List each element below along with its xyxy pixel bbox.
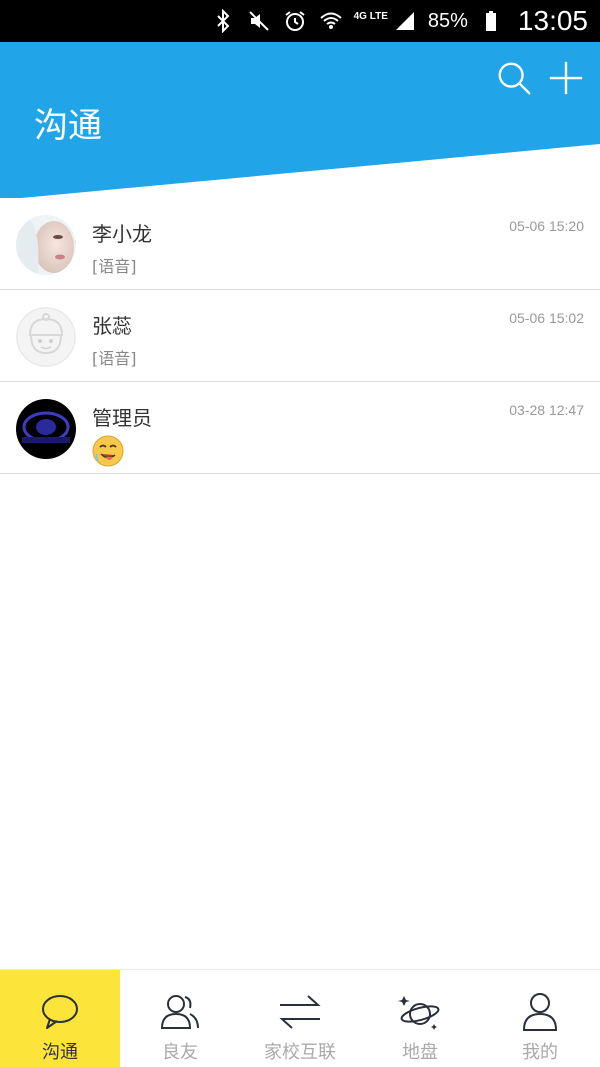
conversation-time: 05-06 15:02	[509, 310, 584, 326]
network-type: 4G LTE	[353, 10, 388, 22]
battery-percent: 85%	[427, 9, 468, 32]
conversation-item[interactable]: 管理员 03-28 12:47	[0, 382, 600, 474]
chat-bubble-icon	[42, 995, 78, 1029]
tab-label: 地盘	[402, 1042, 438, 1063]
conversation-time: 05-06 15:20	[509, 218, 584, 234]
planet-icon	[398, 996, 440, 1030]
tab-label: 良友	[162, 1042, 198, 1063]
person-icon	[522, 993, 558, 1031]
conversation-name: 管理员	[92, 406, 152, 430]
clock: 13:05	[517, 5, 588, 36]
tab-friends[interactable]: 良友	[120, 970, 240, 1067]
conversation-preview: [语音]	[92, 257, 137, 276]
conversation-item[interactable]: 李小龙 [语音] 05-06 15:20	[0, 198, 600, 290]
conversation-preview: [语音]	[92, 349, 137, 368]
bottom-nav: 沟通 良友 家校互联 地盘 我的	[0, 969, 600, 1067]
tab-label: 我的	[522, 1042, 558, 1063]
tab-me[interactable]: 我的	[480, 970, 600, 1067]
logo-avatar	[16, 399, 76, 459]
conversation-time: 03-28 12:47	[509, 402, 584, 418]
conversation-list: 李小龙 [语音] 05-06 15:20 张蕊 [语音] 05-06 15:02	[0, 198, 600, 474]
app-header: 沟通	[0, 42, 600, 202]
tab-label: 沟通	[42, 1042, 78, 1063]
tab-home-school[interactable]: 家校互联	[240, 970, 360, 1067]
wifi-icon	[318, 8, 344, 34]
friends-icon	[160, 995, 199, 1029]
drooling-face-emoji	[92, 435, 124, 467]
exchange-arrows-icon	[279, 995, 321, 1029]
conversation-name: 李小龙	[92, 222, 152, 246]
mute-icon	[246, 8, 272, 34]
bluetooth-icon	[210, 8, 236, 34]
status-bar: 4G LTE 85% 13:05	[0, 0, 600, 42]
battery-icon	[478, 8, 504, 34]
conversation-item[interactable]: 张蕊 [语音] 05-06 15:02	[0, 290, 600, 382]
alarm-icon	[282, 8, 308, 34]
search-button[interactable]	[494, 58, 534, 98]
search-icon	[498, 62, 531, 95]
photo-avatar	[16, 215, 76, 275]
default-avatar	[16, 307, 76, 367]
tab-chat[interactable]: 沟通	[0, 970, 120, 1067]
plus-icon	[549, 61, 583, 95]
tab-label: 家校互联	[264, 1042, 336, 1063]
page-title: 沟通	[34, 106, 102, 146]
tab-territory[interactable]: 地盘	[360, 970, 480, 1067]
conversation-name: 张蕊	[92, 314, 132, 338]
add-button[interactable]	[546, 58, 586, 98]
signal-icon	[392, 8, 418, 34]
